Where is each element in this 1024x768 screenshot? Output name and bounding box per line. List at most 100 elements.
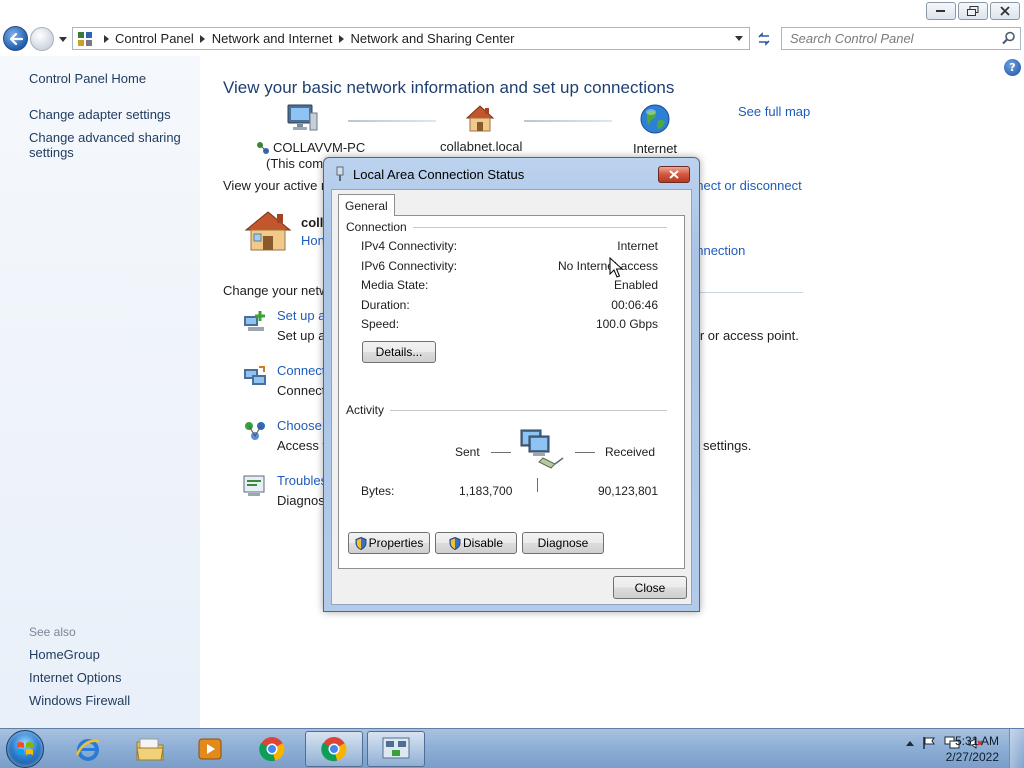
- disable-button-label: Disable: [462, 536, 504, 550]
- taskbar-windows-explorer[interactable]: [121, 731, 179, 767]
- breadcrumb-separator-icon[interactable]: [198, 34, 208, 44]
- uac-shield-icon: [449, 536, 461, 550]
- internet-explorer-icon: [75, 739, 100, 761]
- received-connector: [575, 452, 595, 453]
- troubleshoot-icon: [243, 475, 265, 496]
- search-box[interactable]: [781, 27, 1021, 50]
- breadcrumb-network-and-sharing-center[interactable]: Network and Sharing Center: [346, 31, 518, 46]
- details-button-label: Details...: [375, 345, 423, 359]
- minimize-button[interactable]: [926, 2, 956, 20]
- taskbar-network-and-sharing-center[interactable]: [367, 731, 425, 767]
- bytes-received-value: 90,123,801: [597, 484, 658, 498]
- see-full-map-link[interactable]: See full map: [738, 104, 810, 119]
- internet-options-link[interactable]: Internet Options: [29, 670, 122, 685]
- task-link[interactable]: Connect: [277, 363, 325, 378]
- chrome-icon: [321, 737, 347, 762]
- dialog-close-x-button[interactable]: [658, 166, 690, 183]
- navigation-bar: Control Panel Network and Internet Netwo…: [0, 24, 1024, 54]
- task-description: Connect: [277, 383, 326, 398]
- map-node-computer: [272, 103, 332, 139]
- network-activity-icon: [520, 429, 564, 469]
- taskbar-chrome-active[interactable]: [305, 731, 363, 767]
- disable-button[interactable]: Disable: [435, 532, 517, 554]
- task-link[interactable]: Troubles: [277, 473, 327, 488]
- search-input[interactable]: [790, 31, 990, 46]
- change-adapter-settings-link[interactable]: Change adapter settings: [29, 107, 171, 122]
- uac-shield-icon: [355, 536, 367, 550]
- dialog-body: General Connection IPv4 Connectivity: In…: [331, 189, 692, 605]
- close-icon: [1000, 6, 1010, 16]
- see-also-heading: See also: [29, 625, 76, 639]
- bytes-divider: [537, 478, 538, 492]
- bytes-sent-value: 1,183,700: [459, 484, 513, 498]
- home-network-icon: [244, 211, 292, 251]
- breadcrumb-control-panel[interactable]: Control Panel: [111, 31, 198, 46]
- arrow-left-icon: [9, 32, 23, 45]
- active-network-type-link[interactable]: Hon: [301, 233, 325, 248]
- forward-button[interactable]: [30, 27, 54, 51]
- duration-label: Duration:: [361, 298, 410, 312]
- breadcrumb-network-and-internet[interactable]: Network and Internet: [208, 31, 337, 46]
- help-button[interactable]: ?: [1004, 59, 1021, 76]
- caption-buttons: [926, 2, 1020, 20]
- address-bar[interactable]: Control Panel Network and Internet Netwo…: [72, 27, 750, 50]
- restore-icon: [967, 6, 979, 16]
- start-button[interactable]: [6, 730, 44, 768]
- sent-connector: [491, 452, 511, 453]
- details-button[interactable]: Details...: [362, 341, 436, 363]
- network-adapter-icon: [336, 166, 344, 181]
- change-settings-heading: Change your netwo: [223, 283, 336, 298]
- change-advanced-sharing-settings-link[interactable]: Change advanced sharing settings: [29, 130, 189, 160]
- taskbar-windows-media-player[interactable]: [181, 731, 239, 767]
- address-dropdown-button[interactable]: [729, 28, 749, 49]
- map-connector-line: [348, 120, 436, 122]
- duration-value: 00:06:46: [611, 298, 658, 312]
- left-navigation-pane: Control Panel Home Change adapter settin…: [0, 56, 200, 728]
- close-button[interactable]: Close: [613, 576, 687, 599]
- control-panel-home-link[interactable]: Control Panel Home: [29, 71, 146, 86]
- help-icon: ?: [1009, 61, 1016, 74]
- flag-icon: [923, 737, 935, 749]
- network-center-icon: [382, 737, 410, 759]
- task-description: Access fi: [277, 438, 330, 453]
- restore-button[interactable]: [958, 2, 988, 20]
- dialog-titlebar[interactable]: Local Area Connection Status: [324, 158, 699, 190]
- clock-time: 5:31 AM: [954, 734, 999, 748]
- windows-firewall-link[interactable]: Windows Firewall: [29, 693, 130, 708]
- close-window-button[interactable]: [990, 2, 1020, 20]
- map-computer-subtitle: (This comp: [266, 156, 331, 171]
- refresh-button[interactable]: [752, 27, 776, 50]
- action-center-icon[interactable]: [922, 736, 936, 750]
- map-node-domain: collabnet.local: [440, 103, 523, 154]
- breadcrumb-separator-icon[interactable]: [336, 34, 346, 44]
- search-icon[interactable]: [1002, 31, 1016, 45]
- clock-date: 2/27/2022: [945, 750, 999, 764]
- taskbar-internet-explorer[interactable]: [59, 731, 117, 767]
- chrome-icon: [259, 737, 285, 762]
- homegroup-link[interactable]: HomeGroup: [29, 647, 100, 662]
- task-link[interactable]: Set up a: [277, 308, 325, 323]
- connect-or-disconnect-link[interactable]: nnect or disconnect: [689, 178, 802, 193]
- folder-icon: [136, 738, 164, 761]
- tab-general[interactable]: General: [338, 194, 395, 216]
- house-icon: [465, 105, 495, 132]
- recent-pages-button[interactable]: [57, 34, 69, 44]
- media-state-value: Enabled: [613, 278, 658, 292]
- breadcrumb-separator-icon[interactable]: [101, 34, 111, 44]
- taskbar-chrome[interactable]: [243, 731, 301, 767]
- diagnose-button[interactable]: Diagnose: [522, 532, 604, 554]
- show-hidden-icons-button[interactable]: [906, 740, 914, 746]
- connection-group-heading: Connection: [346, 220, 413, 234]
- network-icon: [257, 141, 269, 154]
- taskbar-clock[interactable]: 5:31 AM 2/27/2022: [946, 733, 999, 765]
- activity-group-heading: Activity: [346, 403, 391, 417]
- map-computer-name: COLLAVVM-PC: [273, 140, 366, 155]
- properties-button-label: Properties: [368, 536, 424, 550]
- general-tab-panel: Connection IPv4 Connectivity: Internet I…: [338, 215, 685, 569]
- map-node-internet: Internet: [620, 103, 690, 156]
- map-domain-name: collabnet.local: [440, 139, 523, 154]
- show-desktop-button[interactable]: [1009, 729, 1024, 768]
- windows-logo-icon: [17, 742, 33, 755]
- back-button[interactable]: [3, 26, 28, 51]
- properties-button[interactable]: Properties: [348, 532, 430, 554]
